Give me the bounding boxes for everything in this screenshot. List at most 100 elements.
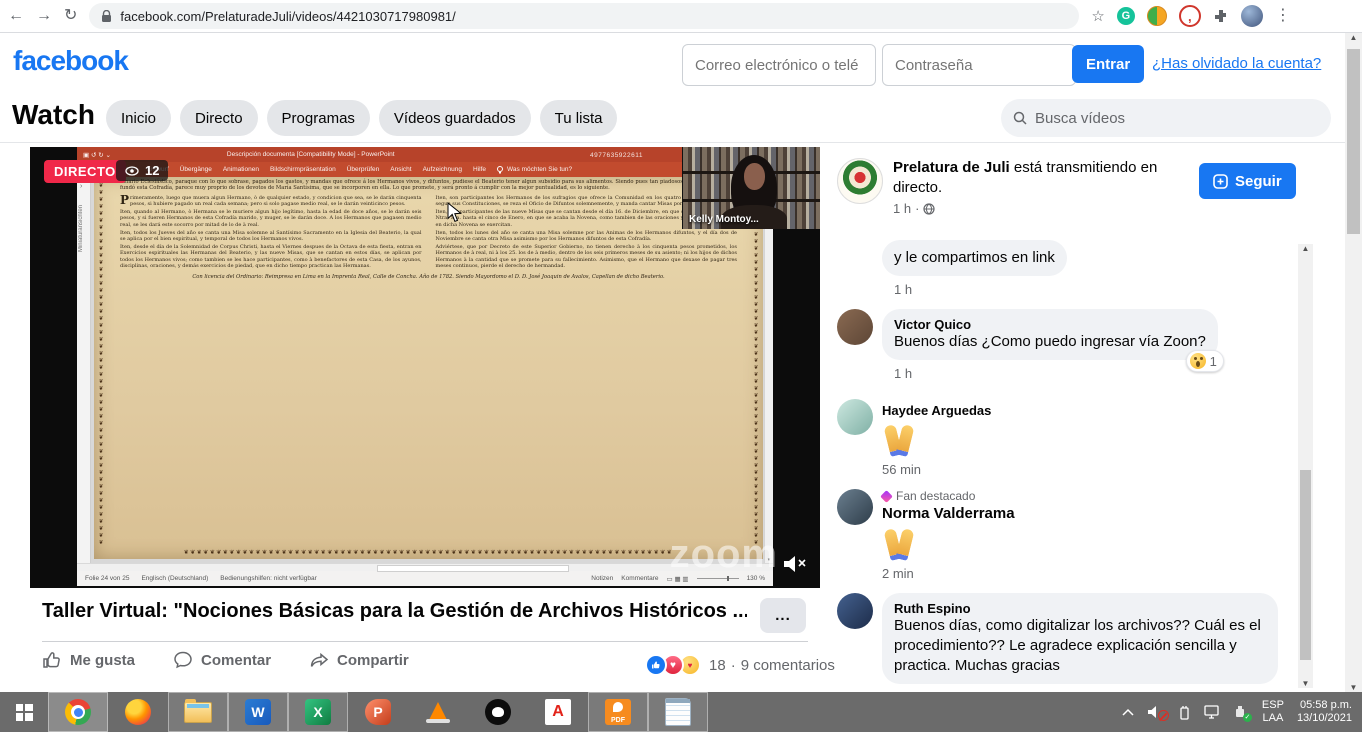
avatar[interactable] [837,489,873,525]
windows-taskbar: W X P A PDF ✓ ESP LAA 05: [0,692,1362,732]
tab-videos-guardados[interactable]: Vídeos guardados [379,100,531,136]
battery-icon[interactable] [1178,705,1191,720]
commenter-name[interactable]: Haydee Arguedas [882,403,991,418]
avatar[interactable] [837,309,873,345]
taskbar-foxit[interactable]: PDF [588,692,648,732]
wow-reaction-badge[interactable]: 1 [1186,350,1224,372]
scrollbar-thumb[interactable] [1347,49,1360,234]
taskbar-acrobat[interactable]: A [528,692,588,732]
follow-button[interactable]: Seguir [1199,163,1296,199]
taskbar-firefox[interactable] [108,692,168,732]
ribbon-tab-ansicht[interactable]: Ansicht [390,166,411,173]
stream-id-overlay: 4977635922611 [590,152,643,159]
page-avatar[interactable] [837,158,883,204]
video-player[interactable]: ▣ ↺ ↻ ⌄ Descripción documenta [Compatibi… [30,147,820,588]
taskbar-word[interactable]: W [228,692,288,732]
search-videos-input[interactable]: Busca vídeos [1001,99,1331,137]
bookmark-star-icon[interactable]: ☆ [1091,9,1104,24]
thumbnail-pane-collapsed[interactable]: › Miniaturansichten [77,177,91,563]
status-zoom-percent[interactable]: 130 % [747,575,765,582]
ribbon-tab-ueberpruefen[interactable]: Überprüfen [347,166,380,173]
ribbon-tab-uebergaenge[interactable]: Übergänge [180,166,212,173]
grammarly-extension-icon[interactable]: G [1117,7,1135,25]
password-field[interactable] [882,44,1076,86]
scroll-up-arrow[interactable]: ▲ [1350,33,1358,42]
start-button[interactable] [0,692,48,732]
globe-extension-icon[interactable] [1147,6,1167,26]
ribbon-tab-aufzeichnung[interactable]: Aufzeichnung [423,166,462,173]
tab-tu-lista[interactable]: Tu lista [540,100,618,136]
commenter-name[interactable]: Victor Quico [894,317,1206,332]
status-notes-button[interactable]: Notizen [591,575,613,582]
comment-time[interactable]: 56 min [882,462,991,477]
comment-bubble[interactable]: Ruth Espino Buenos días, como digitaliza… [882,593,1278,684]
muted-speaker-icon[interactable] [782,554,808,574]
avatar[interactable] [837,399,873,435]
thumbnail-pane-expand-chevron[interactable]: › [80,183,82,190]
email-field[interactable] [682,44,876,86]
status-comments-button[interactable]: Kommentare [621,575,658,582]
facebook-logo[interactable]: facebook [13,45,128,77]
forgot-account-link[interactable]: ¿Has olvidado la cuenta? [1152,55,1321,72]
share-button[interactable]: Compartir [309,650,409,670]
taskbar-powerpoint[interactable]: P [348,692,408,732]
reload-icon[interactable]: ↻ [64,8,77,24]
comments-count[interactable]: 9 comentarios [741,657,835,674]
scrollbar-thumb[interactable] [1300,470,1311,660]
taskbar-notepad[interactable] [648,692,708,732]
status-language[interactable]: Englisch (Deutschland) [141,575,208,582]
page-scrollbar[interactable]: ▲ ▼ [1345,33,1362,692]
slide-vertical-scrollbar[interactable]: ▴▾ [764,177,773,563]
comment-bubble[interactable]: Victor Quico Buenos días ¿Como puedo ing… [882,309,1218,360]
viewer-count-badge: 12 [116,160,168,181]
taskbar-excel[interactable]: X [288,692,348,732]
comment-time[interactable]: 1 h [894,282,1067,297]
tab-programas[interactable]: Programas [267,100,370,136]
reactions-summary[interactable]: ♥ ♥ 18 · 9 comentarios [645,654,835,676]
ribbon-tab-animationen[interactable]: Animationen [223,166,259,173]
comment-time[interactable]: 2 min [882,566,1015,581]
ribbon-tab-bildschirmpraesentation[interactable]: Bildschirmpräsentation [270,166,336,173]
taskbar-chrome[interactable] [48,692,108,732]
taskbar-black-round-app[interactable] [468,692,528,732]
tab-inicio[interactable]: Inicio [106,100,171,136]
like-button[interactable]: Me gusta [42,650,135,670]
scrollbar-thumb[interactable] [377,565,569,572]
reaction-count[interactable]: 18 [709,657,726,674]
comment-bubble[interactable]: y le compartimos en link [882,240,1067,276]
language-indicator[interactable]: ESP LAA [1262,699,1284,725]
comments-scrollbar[interactable]: ▲ ▼ [1298,244,1313,688]
login-button[interactable]: Entrar [1072,45,1144,83]
post-time[interactable]: 1 h [893,201,911,216]
status-accessibility[interactable]: Bedienungshilfen: nicht verfügbar [220,575,316,582]
forward-icon[interactable]: → [36,8,52,24]
address-bar[interactable]: facebook.com/PrelaturadeJuli/videos/4421… [89,3,1079,29]
back-icon[interactable]: ← [8,8,24,24]
comment-time[interactable]: 1 h [894,366,1218,381]
network-icon[interactable] [1204,705,1221,719]
tab-directo[interactable]: Directo [180,100,258,136]
scroll-down-arrow[interactable]: ▼ [1350,683,1358,692]
more-options-button[interactable]: ... [760,598,806,633]
ribbon-tab-hilfe[interactable]: Hilfe [473,166,486,173]
avatar[interactable] [837,593,873,629]
browser-profile-avatar[interactable] [1241,5,1263,27]
tray-expand-icon[interactable] [1122,708,1134,716]
commenter-name[interactable]: Norma Valderrama [882,505,1015,522]
taskbar-vlc[interactable] [408,692,468,732]
clock[interactable]: 05:58 p.m. 13/10/2021 [1297,699,1352,725]
commenter-name[interactable]: Ruth Espino [894,601,1266,616]
scroll-down-arrow[interactable]: ▼ [1302,679,1310,688]
comment-button[interactable]: Comentar [173,650,271,670]
red-comma-extension-icon[interactable]: , [1179,5,1201,27]
status-zoom-slider[interactable] [697,578,739,579]
usb-safely-remove-icon[interactable]: ✓ [1234,705,1249,719]
volume-muted-icon[interactable] [1147,705,1165,719]
tell-me-box[interactable]: Was möchten Sie tun? [507,166,572,173]
taskbar-file-explorer[interactable] [168,692,228,732]
action-bar: Me gusta Comentar Compartir [42,650,409,670]
scroll-up-arrow[interactable]: ▲ [1302,244,1310,253]
page-name-link[interactable]: Prelatura de Juli [893,159,1010,176]
browser-menu-icon[interactable]: ⋮ [1275,8,1291,24]
extensions-puzzle-icon[interactable] [1213,8,1229,24]
